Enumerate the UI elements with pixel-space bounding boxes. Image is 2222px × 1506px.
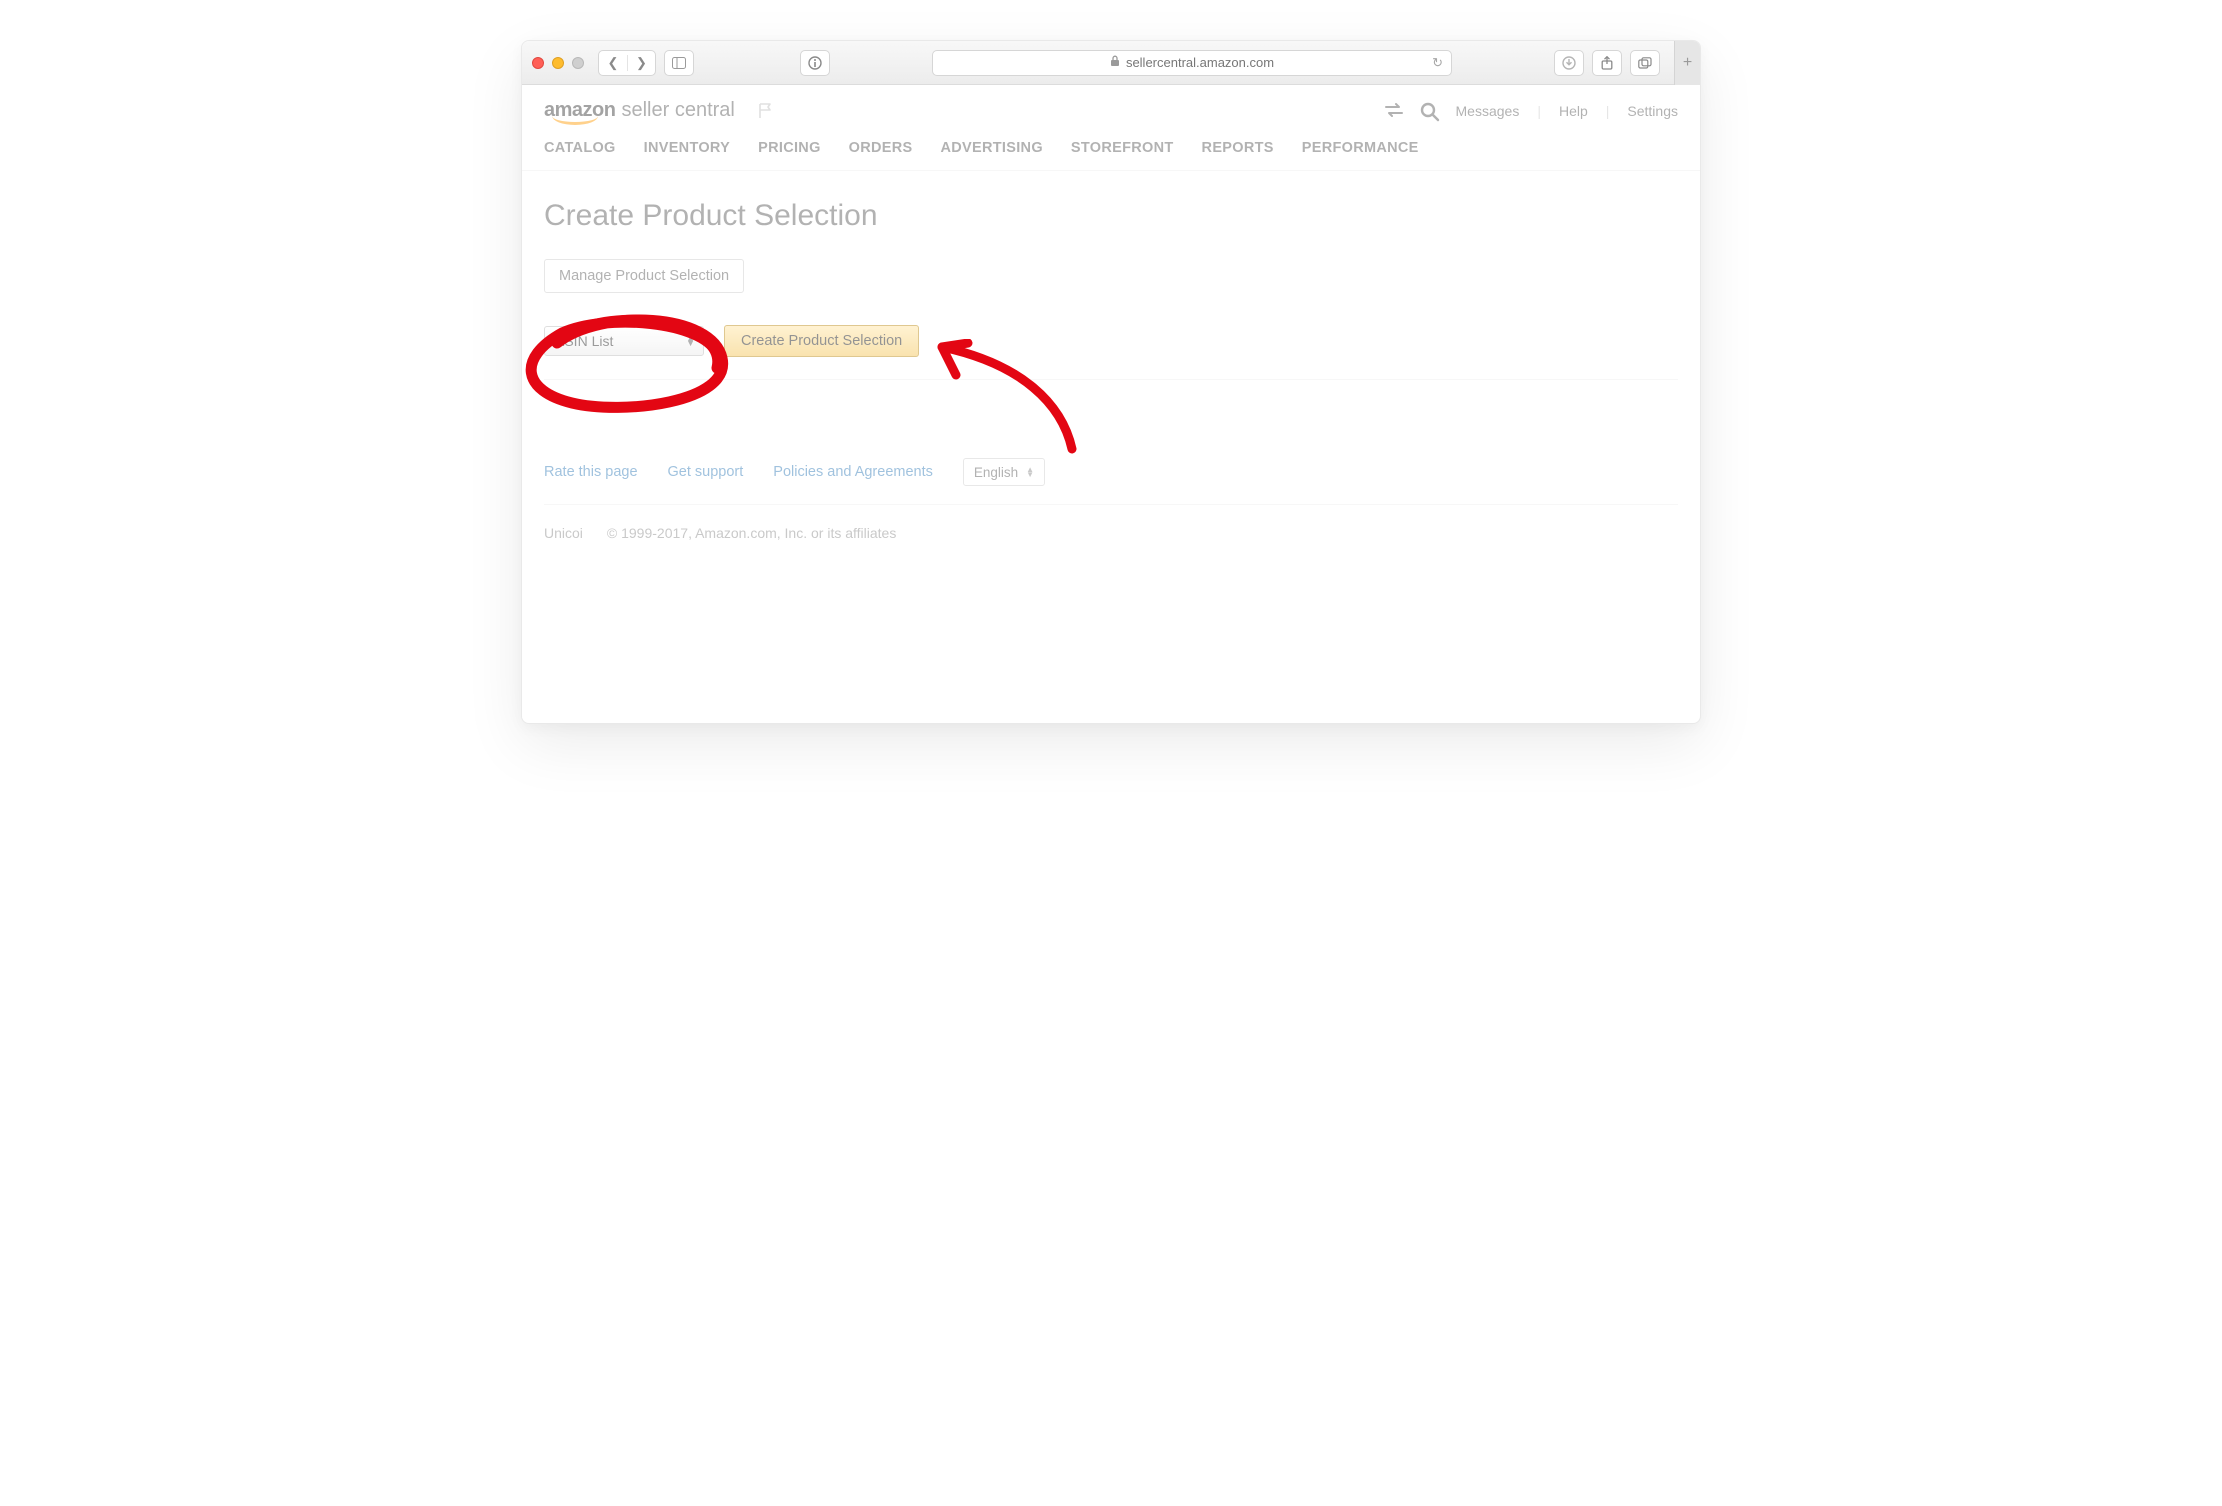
maximize-window-icon[interactable] (572, 57, 584, 69)
forward-icon[interactable]: ❯ (627, 55, 655, 71)
nav-reports[interactable]: REPORTS (1202, 140, 1274, 156)
address-bar[interactable]: sellercentral.amazon.com ↻ (932, 50, 1452, 76)
sidebar-toggle-icon[interactable] (664, 50, 694, 76)
footer: Rate this page Get support Policies and … (522, 410, 1700, 563)
seller-central-logo[interactable]: amazon seller central (544, 99, 735, 122)
new-tab-button[interactable]: + (1674, 41, 1700, 85)
main-content: Create Product Selection Manage Product … (522, 171, 1700, 410)
url-text: sellercentral.amazon.com (1126, 55, 1274, 70)
nav-inventory[interactable]: INVENTORY (644, 140, 731, 156)
logo-seller-text: seller central (621, 99, 734, 122)
site-info-icon[interactable] (800, 50, 830, 76)
nav-pricing[interactable]: PRICING (758, 140, 821, 156)
tabs-icon[interactable] (1630, 50, 1660, 76)
window-controls (532, 57, 584, 69)
help-link[interactable]: Help (1559, 103, 1588, 119)
flag-icon[interactable] (757, 102, 775, 120)
language-dropdown[interactable]: English ▲▼ (963, 458, 1045, 486)
back-icon[interactable]: ❮ (599, 55, 627, 71)
chevron-updown-icon: ▲▼ (1026, 467, 1034, 477)
reload-icon[interactable]: ↻ (1432, 55, 1443, 71)
switch-icon[interactable] (1384, 102, 1402, 120)
nav-catalog[interactable]: CATALOG (544, 140, 616, 156)
page-body: amazon seller central Messages | Help | (522, 85, 1700, 723)
footer-policies-link[interactable]: Policies and Agreements (773, 464, 933, 480)
language-value: English (974, 465, 1018, 480)
chevron-updown-icon: ▲▼ (686, 336, 695, 346)
minimize-window-icon[interactable] (552, 57, 564, 69)
nav-back-forward[interactable]: ❮ ❯ (598, 50, 656, 76)
downloads-icon[interactable] (1554, 50, 1584, 76)
logo-amazon-text: amazon (544, 99, 615, 122)
manage-product-selection-button[interactable]: Manage Product Selection (544, 259, 744, 293)
seller-central-header: amazon seller central Messages | Help | (522, 85, 1700, 128)
nav-orders[interactable]: ORDERS (849, 140, 913, 156)
footer-copyright: © 1999-2017, Amazon.com, Inc. or its aff… (607, 525, 896, 541)
selection-type-value: ASIN List (555, 333, 613, 349)
create-product-selection-button[interactable]: Create Product Selection (724, 325, 919, 357)
browser-window: ❮ ❯ sellercentral.amazon.com ↻ (521, 40, 1701, 724)
create-selection-row: ASIN List ▲▼ Create Product Selection (544, 307, 1678, 380)
close-window-icon[interactable] (532, 57, 544, 69)
page-title: Create Product Selection (544, 199, 1678, 233)
browser-chrome: ❮ ❯ sellercentral.amazon.com ↻ (522, 41, 1700, 85)
selection-type-dropdown[interactable]: ASIN List ▲▼ (544, 326, 704, 356)
messages-link[interactable]: Messages (1456, 103, 1520, 119)
primary-nav: CATALOG INVENTORY PRICING ORDERS ADVERTI… (522, 128, 1700, 171)
footer-rate-link[interactable]: Rate this page (544, 464, 638, 480)
footer-support-link[interactable]: Get support (668, 464, 744, 480)
nav-storefront[interactable]: STOREFRONT (1071, 140, 1174, 156)
share-icon[interactable] (1592, 50, 1622, 76)
search-icon[interactable] (1420, 102, 1438, 120)
nav-performance[interactable]: PERFORMANCE (1302, 140, 1419, 156)
lock-icon (1110, 55, 1120, 70)
nav-advertising[interactable]: ADVERTISING (941, 140, 1043, 156)
settings-link[interactable]: Settings (1627, 103, 1678, 119)
footer-brand: Unicoi (544, 525, 583, 541)
